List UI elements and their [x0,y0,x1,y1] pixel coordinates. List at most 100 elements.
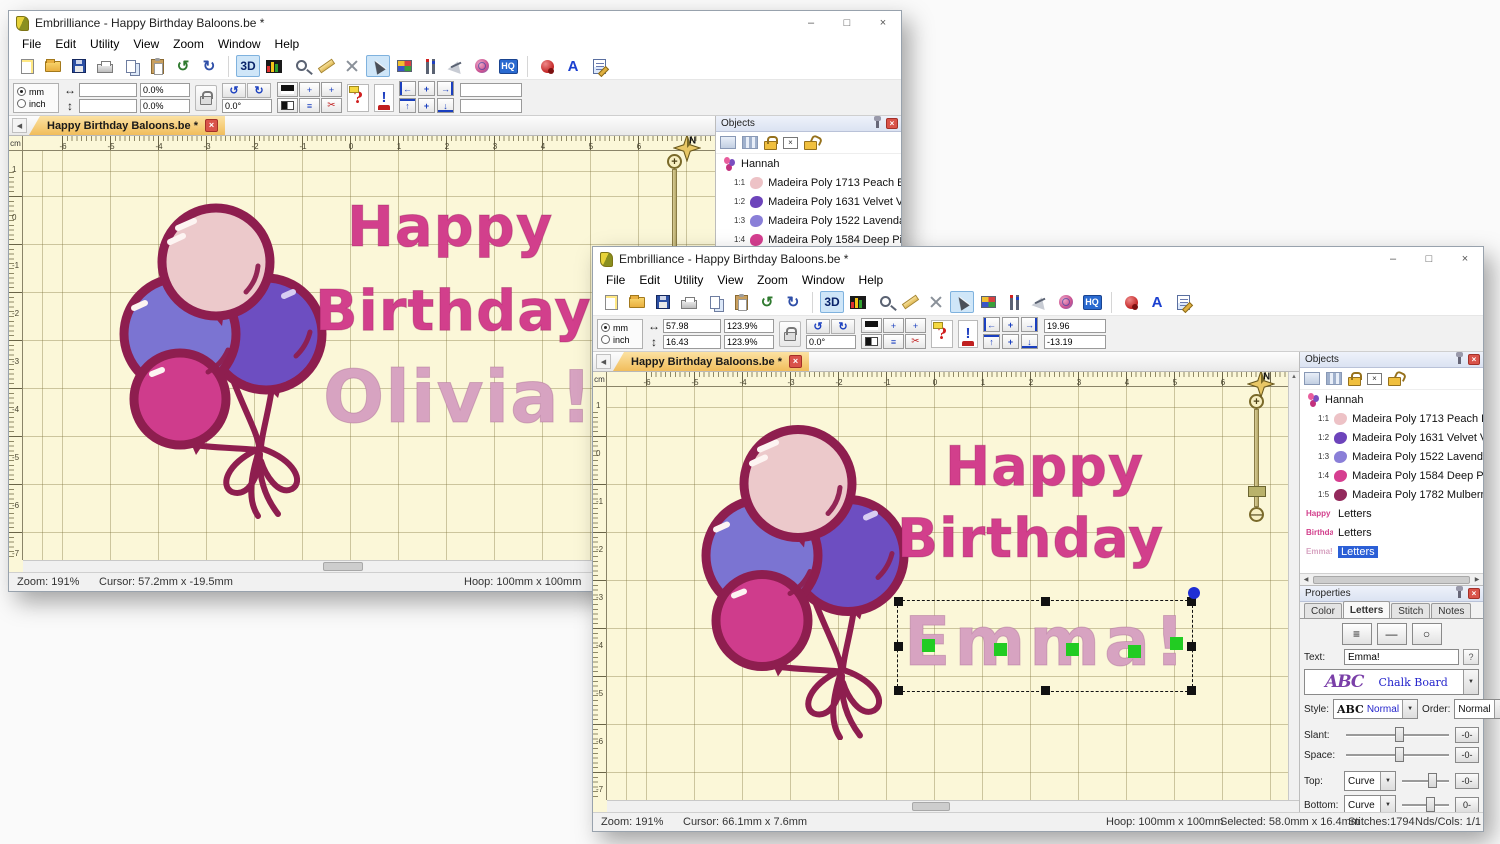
rotate-right-icon[interactable]: ↻ [781,291,805,313]
unit-mm[interactable]: mm [601,323,642,333]
select-tool-icon[interactable] [950,291,974,313]
stitch-globe-icon[interactable] [1054,291,1078,313]
design-word-birthday[interactable]: Birthday [315,279,592,344]
tab-letters[interactable]: Letters [1343,601,1390,618]
align-left-icon[interactable]: ← [399,81,416,96]
align-bottom-icon[interactable]: ↓ [1021,334,1038,349]
rotate-right-icon[interactable]: ↻ [197,55,221,77]
rotate-cw-button[interactable]: ↻ [247,83,271,98]
stitch-needle-icon[interactable] [1002,291,1026,313]
radio-mm[interactable] [601,323,610,332]
design-group-row[interactable]: Hannah [716,154,901,173]
x-position-input[interactable] [1044,319,1106,333]
stitch-globe-icon[interactable] [470,55,494,77]
letters-tool-icon[interactable]: A [1145,291,1169,313]
top-slider[interactable] [1400,773,1451,789]
width-pct-input[interactable] [724,319,774,333]
view-3d-button[interactable]: 3D [236,55,260,77]
stitch-eraser-icon[interactable]: ! [958,320,978,348]
letter-handle[interactable] [1128,645,1141,658]
h-scroll-thumb[interactable] [323,562,363,571]
redwork-icon[interactable] [1119,291,1143,313]
hoop-box-icon[interactable]: × [1367,373,1382,385]
radio-mm[interactable] [17,87,26,96]
slant-reset-button[interactable]: -0- [1455,727,1479,743]
tab-color[interactable]: Color [1304,603,1342,618]
order-dropdown[interactable]: Normal ▼ [1454,699,1500,719]
hoop-box-icon[interactable]: × [783,137,798,149]
print-icon[interactable] [93,55,117,77]
pin-icon[interactable] [1458,356,1461,364]
thread-row[interactable]: 1:3Madeira Poly 1522 Lavendar Blue [716,211,901,230]
style-dropdown[interactable]: ABC Normal ▼ [1333,699,1418,719]
open-icon[interactable] [41,55,65,77]
top-envelope-dropdown[interactable]: Curve ▼ [1344,771,1396,791]
lock-closed-icon[interactable] [764,141,777,150]
align-middle-icon[interactable]: + [418,98,435,113]
panel-close-button[interactable]: × [886,118,898,129]
height-input[interactable] [79,99,137,113]
zoom-slider[interactable]: + — [1249,394,1264,522]
resize-handle-se[interactable] [1187,686,1196,695]
top-reset-button[interactable]: -0- [1455,773,1479,789]
balloon-design[interactable] [690,405,910,740]
tab-scroll-left[interactable]: ◀ [596,354,611,369]
contrast-icon[interactable] [277,98,298,113]
text-help-button[interactable]: ? [1463,649,1479,665]
stitch-simulator-icon[interactable] [924,291,948,313]
objects-h-scrollbar[interactable]: ◀ ▶ [1300,573,1483,585]
multiline-mode-button[interactable]: ≡ [1342,623,1372,645]
thread-row[interactable]: 1:1Madeira Poly 1713 Peach Blush [716,173,901,192]
width-input[interactable] [79,83,137,97]
selection-box[interactable]: Emma! [897,600,1193,692]
align-bottom-icon[interactable]: ↓ [437,98,454,113]
width-pct-input[interactable] [140,83,190,97]
notes-icon[interactable] [587,55,611,77]
rotation-handle[interactable] [1188,587,1200,599]
design-word-happy[interactable]: Happy [945,435,1144,498]
fit-window-icon[interactable]: + [905,318,926,333]
singleline-mode-button[interactable]: — [1377,623,1407,645]
pin-icon[interactable] [1458,590,1461,598]
style-dropdown-arrow[interactable]: ▼ [1402,700,1417,718]
open-icon[interactable] [625,291,649,313]
tab-stitch[interactable]: Stitch [1391,603,1430,618]
stitch-simulator-icon[interactable] [340,55,364,77]
height-pct-input[interactable] [724,335,774,349]
close-button[interactable]: × [1447,247,1483,271]
object-group-icon[interactable] [1326,372,1342,385]
hq-button[interactable]: HQ [496,55,520,77]
rotate-left-icon[interactable]: ↺ [171,55,195,77]
menu-view[interactable]: View [710,273,750,287]
y-position-input[interactable] [1044,335,1106,349]
thread-row[interactable]: 1:1Madeira Poly 1713 Peach Blush [1300,409,1483,428]
menu-help[interactable]: Help [852,273,891,287]
height-pct-input[interactable] [140,99,190,113]
copy-icon[interactable] [119,55,143,77]
paste-icon[interactable] [145,55,169,77]
unit-mm[interactable]: mm [17,87,58,97]
letters-row-selected[interactable]: Emma!Letters [1300,542,1483,561]
slant-slider[interactable] [1344,727,1451,743]
title-bar[interactable]: Embrilliance - Happy Birthday Baloons.be… [9,11,901,35]
font-dropdown-arrow[interactable]: ▼ [1463,670,1478,694]
unit-inch[interactable]: inch [601,335,642,345]
radio-inch[interactable] [17,99,26,108]
resize-handle-e[interactable] [1187,642,1196,651]
lettering-text-input[interactable] [1344,649,1459,665]
color-palette-icon[interactable] [976,291,1000,313]
menu-zoom[interactable]: Zoom [750,273,795,287]
space-slider-thumb[interactable] [1395,747,1404,762]
scroll-left-arrow[interactable]: ◀ [1301,576,1311,583]
object-select-icon[interactable] [720,136,736,149]
design-word-name[interactable]: Olivia! [323,355,594,439]
save-icon[interactable] [651,291,675,313]
color-palette-icon[interactable] [392,55,416,77]
menu-window[interactable]: Window [795,273,852,287]
design-wizard-icon[interactable] [444,55,468,77]
notes-icon[interactable] [1171,291,1195,313]
lock-open-icon[interactable] [804,141,817,150]
canvas-h-scrollbar[interactable] [607,800,1299,812]
resize-handle-sw[interactable] [894,686,903,695]
slant-slider-thumb[interactable] [1395,727,1404,742]
